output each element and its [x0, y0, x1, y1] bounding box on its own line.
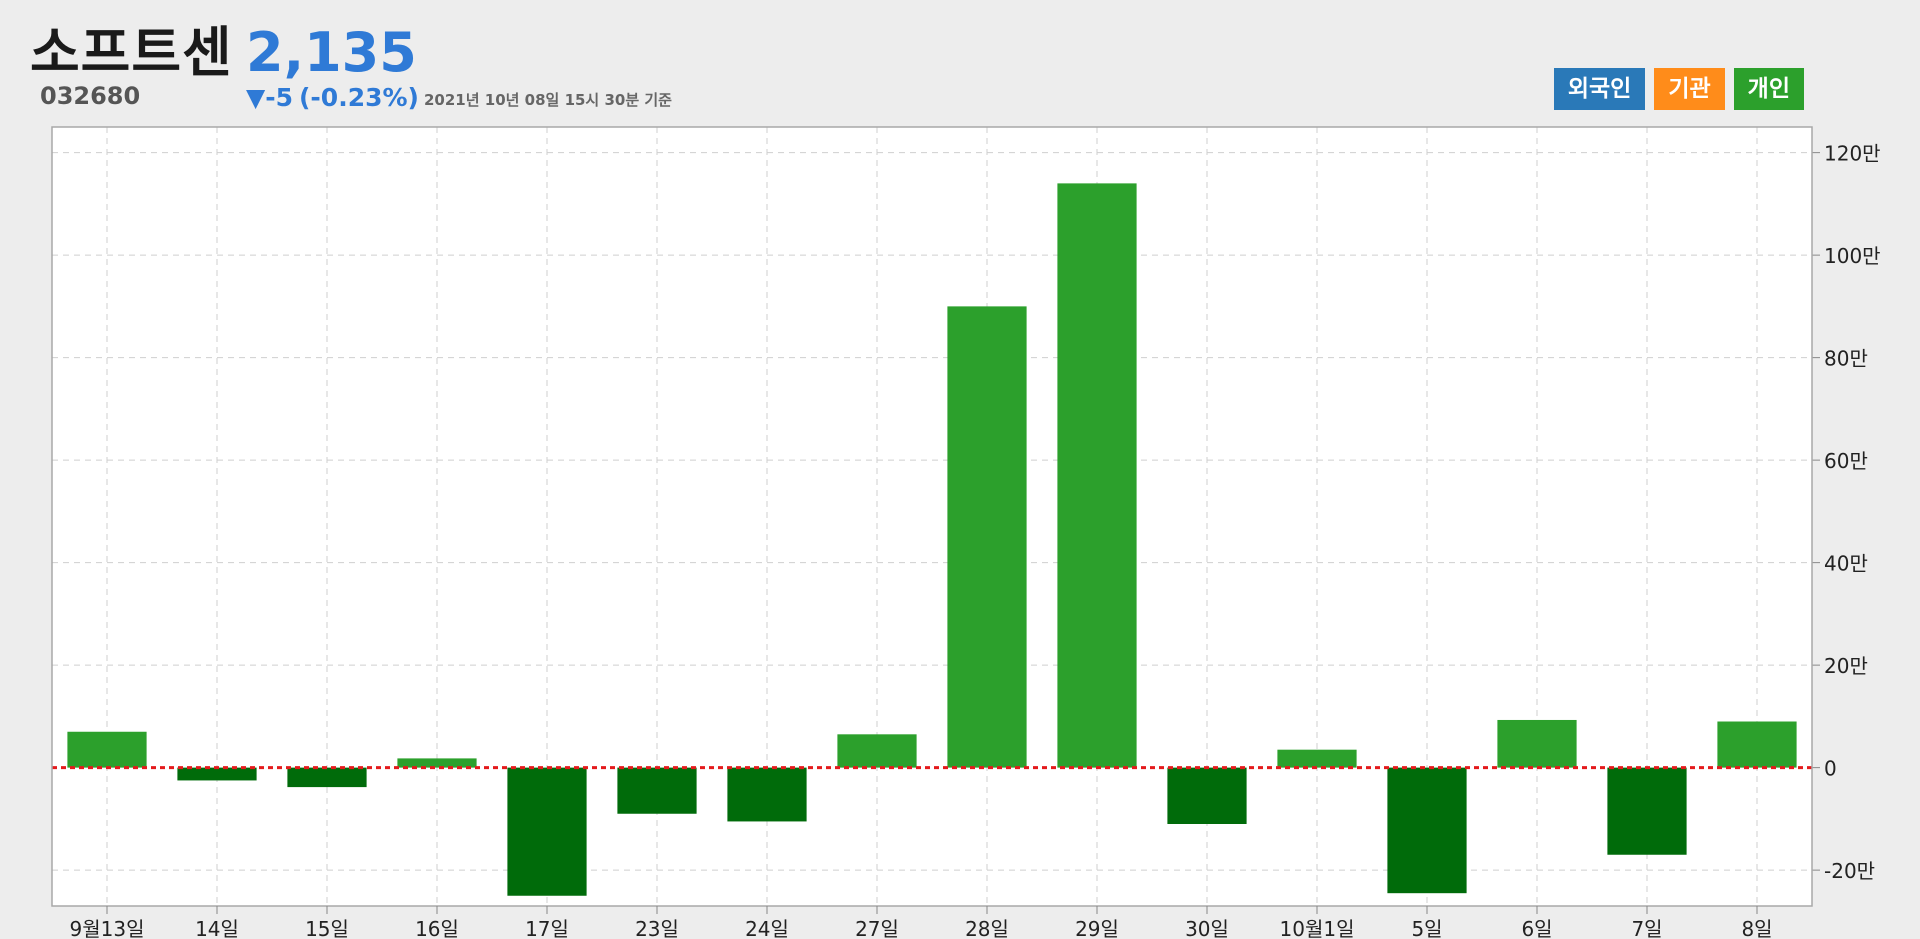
bar-10 [1167, 767, 1247, 824]
stock-code: 032680 [40, 82, 141, 110]
bar-11 [1277, 749, 1357, 768]
x-tick-label: 27일 [855, 917, 899, 939]
bar-13 [1497, 719, 1577, 768]
plot-background [52, 127, 1812, 906]
x-tick-label: 28일 [965, 917, 1009, 939]
bar-1 [177, 767, 257, 781]
y-tick-label: 40만 [1824, 552, 1868, 576]
bar-3 [397, 758, 477, 768]
y-tick-label: 20만 [1824, 654, 1868, 678]
y-tick-label: 80만 [1824, 347, 1868, 371]
x-tick-label: 7일 [1631, 917, 1662, 939]
bar-5 [617, 767, 697, 814]
x-tick-label: 23일 [635, 917, 679, 939]
x-tick-label: 14일 [195, 917, 239, 939]
legend-button-institution[interactable]: 기관 [1654, 68, 1725, 110]
x-tick-label: 15일 [305, 917, 349, 939]
bar-0 [67, 731, 147, 768]
y-tick-label: 60만 [1824, 449, 1868, 473]
bar-6 [727, 767, 807, 822]
bar-2 [287, 767, 367, 788]
x-tick-label: 29일 [1075, 917, 1119, 939]
legend-button-foreign[interactable]: 외국인 [1553, 68, 1646, 110]
bar-chart: -20만 0 20만 40만 60만 80만 100만 120만 9월13일 14일 15일 16일 1… [51, 126, 1881, 939]
price-change-percent: (-0.23%) [299, 83, 419, 112]
bar-14 [1607, 767, 1687, 855]
price-change: ▼-5 (-0.23%) [246, 82, 419, 114]
bar-8 [947, 306, 1027, 768]
x-tick-label: 5일 [1411, 917, 1442, 939]
stock-name: 소프트센 [30, 21, 233, 84]
x-tick-label: 10월1일 [1280, 917, 1355, 939]
page: -20만 0 20만 40만 60만 80만 100만 120만 9월13일 14일 15일 16일 1… [0, 0, 1920, 939]
y-tick-label: 100만 [1824, 244, 1881, 268]
bar-7 [837, 734, 917, 768]
bar-12 [1387, 767, 1467, 894]
timestamp: 2021년 10년 08일 15시 30분 기준 [424, 91, 672, 109]
y-tick-label: 0 [1824, 757, 1837, 781]
bar-15 [1717, 721, 1797, 768]
x-tick-label: 24일 [745, 917, 789, 939]
x-tick-label: 9월13일 [70, 917, 145, 939]
y-tick-label: -20만 [1824, 859, 1875, 883]
bar-4 [507, 767, 587, 896]
investor-legend: 외국인 기관 개인 [1553, 68, 1804, 110]
y-tick-label: 120만 [1824, 142, 1881, 166]
x-tick-label: 16일 [415, 917, 459, 939]
price-change-value: ▼-5 [246, 83, 293, 112]
x-tick-label: 30일 [1185, 917, 1229, 939]
x-tick-label: 17일 [525, 917, 569, 939]
chart-area: -20만 0 20만 40만 60만 80만 100만 120만 9월13일 14일 15일 16일 1… [0, 0, 1920, 939]
stock-price: 2,135 [246, 21, 417, 84]
bar-9 [1057, 183, 1137, 768]
legend-button-individual[interactable]: 개인 [1733, 68, 1804, 110]
x-tick-label: 6일 [1521, 917, 1552, 939]
x-tick-label: 8일 [1741, 917, 1772, 939]
